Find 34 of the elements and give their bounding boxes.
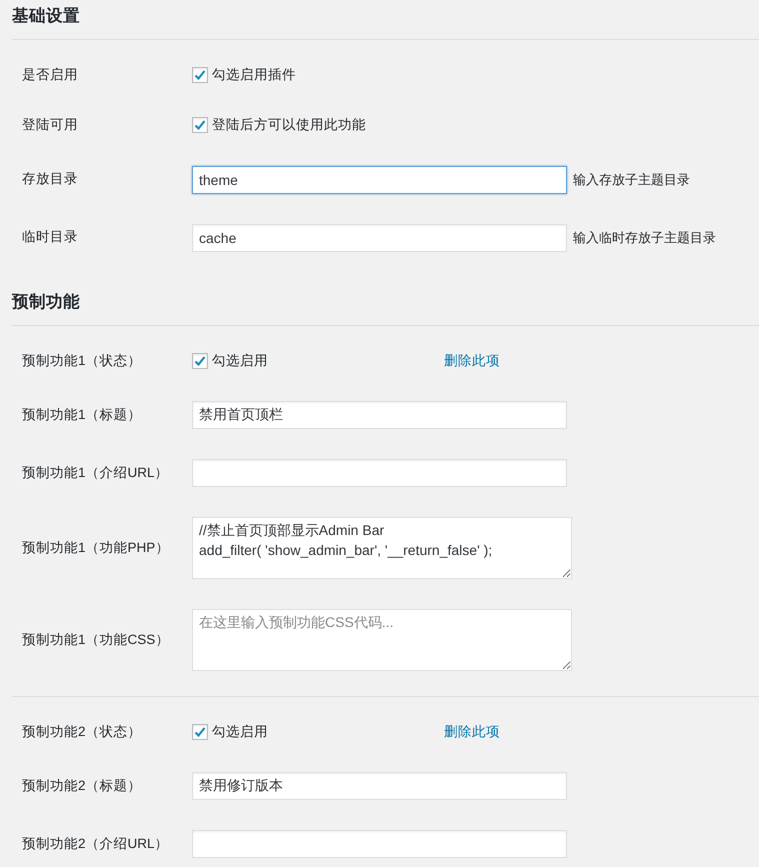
section-heading: 基础设置 — [12, 6, 81, 27]
checkbox[interactable] — [192, 67, 208, 84]
field-label: 预制功能1（标题） — [21, 406, 143, 424]
checkbox-label: 登陆后方可以使用此功能 — [212, 116, 366, 134]
checkbox-label: 勾选启用插件 — [212, 66, 296, 84]
field-hint: 输入临时存放子主题目录 — [573, 228, 716, 247]
field-label: 预制功能1（功能PHP） — [21, 538, 170, 557]
text-field[interactable]: 禁用首页顶栏 — [192, 400, 567, 429]
field-hint: 输入存放子主题目录 — [573, 170, 690, 189]
delete-link[interactable]: 删除此项 — [444, 722, 500, 742]
checkbox-label: 勾选启用 — [212, 352, 268, 370]
field-label: 存放目录 — [21, 170, 79, 188]
text-field[interactable]: theme — [192, 166, 567, 194]
text-field[interactable]: cache — [192, 224, 567, 252]
field-label: 登陆可用 — [21, 116, 79, 134]
code-textarea[interactable]: 在这里输入预制功能CSS代码... — [192, 608, 572, 671]
section-heading: 预制功能 — [12, 292, 81, 312]
field-label: 预制功能2（介绍URL） — [21, 834, 170, 853]
text-field[interactable] — [192, 830, 567, 858]
checkbox[interactable] — [192, 352, 208, 369]
checkbox[interactable] — [192, 724, 208, 740]
delete-link[interactable]: 删除此项 — [444, 350, 500, 371]
field-label: 预制功能2（标题） — [21, 776, 143, 795]
text-field[interactable] — [192, 458, 567, 487]
field-label: 预制功能1（状态） — [21, 352, 143, 370]
text-field[interactable]: 禁用修订版本 — [192, 772, 567, 800]
code-textarea[interactable]: //禁止首页顶部显示Admin Bar add_filter( 'show_admin_bar', '__return_false' ); — [192, 516, 572, 579]
field-label: 预制功能1（功能CSS） — [21, 630, 170, 649]
field-label: 预制功能2（状态） — [21, 722, 143, 741]
field-label: 是否启用 — [21, 66, 79, 84]
field-label: 预制功能1（介绍URL） — [21, 464, 170, 482]
field-label: 临时目录 — [21, 228, 79, 246]
checkbox-label: 勾选启用 — [212, 722, 268, 741]
checkbox[interactable] — [192, 117, 208, 134]
